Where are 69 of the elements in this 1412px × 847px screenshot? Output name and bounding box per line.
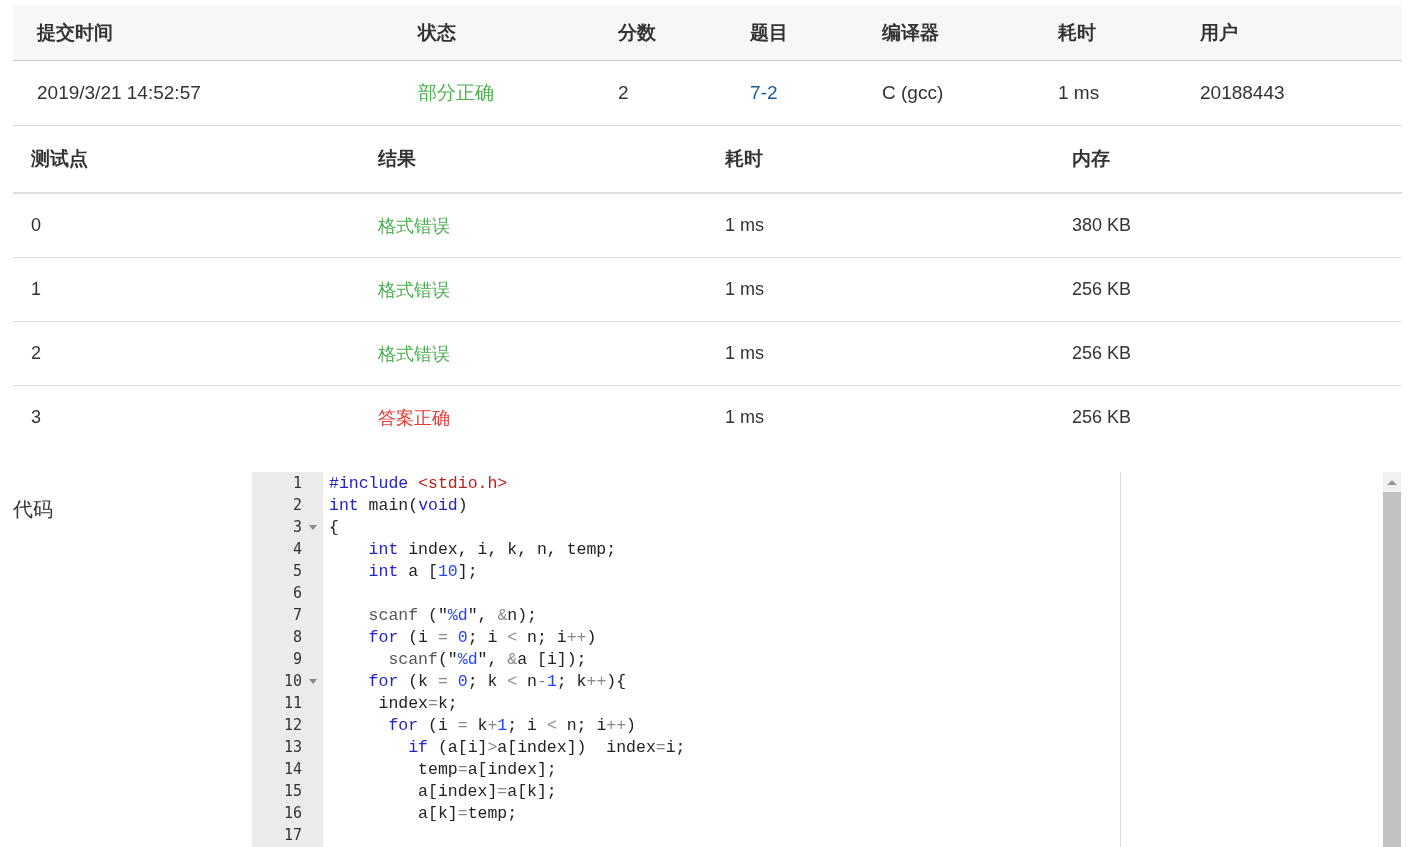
table-cell: 1 ms [725,215,764,235]
result-text: 格式错误 [378,215,450,236]
table-cell: C (gcc) [882,82,944,103]
code-line: a[k]=temp; [417,803,518,823]
code-line: for (i = 0; i < n; i++) [367,627,597,647]
code-line: int a [10]; [367,561,478,581]
fold-caret-icon[interactable] [308,678,317,684]
result-text: 格式错误 [378,343,450,364]
column-header: 题目 [750,21,788,43]
column-header: 耗时 [1058,21,1096,43]
result-text: 格式错误 [378,279,450,300]
line-number: 7 [292,606,302,624]
code-label: 代码 [13,497,54,522]
table-cell: 256 KB [1072,407,1132,427]
column-header: 测试点 [31,148,88,169]
line-number: 15 [283,782,302,800]
column-header: 内存 [1072,148,1110,169]
code-line: #include <stdio.h> [329,473,508,493]
line-number: 13 [283,738,302,756]
table-cell: 1 [31,279,41,299]
line-number: 16 [283,804,302,822]
line-number: 2 [292,496,302,514]
table-cell: 0 [31,215,41,235]
code-line: if (a[i]>a[index]) index=i; [407,737,686,757]
code-line: int index, i, k, n, temp; [367,539,617,559]
code-line: for (k = 0; k < n-1; k++){ [367,671,627,691]
line-number: 6 [292,584,302,602]
column-header: 分数 [618,21,656,43]
code-line: scanf ("%d", &n); [367,605,537,625]
column-header: 提交时间 [37,21,113,43]
line-number: 8 [292,628,302,646]
table-cell: 1 ms [725,343,764,363]
code-line: { [329,517,339,537]
code-line: for (i = k+1; i < n; i++) [387,715,636,735]
table-cell: 256 KB [1072,279,1132,299]
status-text: 部分正确 [418,82,494,103]
table-cell: 380 KB [1072,215,1132,235]
result-text: 答案正确 [378,407,450,428]
table-cell: 1 ms [725,279,764,299]
code-line: int main(void) [329,495,468,515]
table-cell: 1 ms [1058,82,1100,103]
table-cell: 2019/3/21 14:52:57 [37,82,201,103]
line-number: 3 [292,518,302,536]
table-cell: 1 ms [725,407,764,427]
column-header: 耗时 [725,148,763,169]
column-header: 结果 [378,148,416,169]
table-cell: 2 [31,343,41,363]
line-number: 17 [283,826,302,844]
problem-link[interactable]: 7-2 [750,82,778,103]
code-line: index=k; [377,693,458,713]
code-line: scanf("%d", &a [i]); [387,649,587,669]
fold-caret-icon[interactable] [308,524,317,530]
line-number: 11 [283,694,302,712]
column-header: 状态 [418,21,456,43]
table-cell: 2 [618,82,629,103]
table-cell: 20188443 [1200,82,1285,103]
table-cell: 3 [31,407,41,427]
code-line: temp=a[index]; [417,759,557,779]
line-number: 12 [283,716,302,734]
line-number: 1 [292,474,302,492]
column-header: 用户 [1200,21,1238,43]
line-number: 9 [292,650,302,668]
table-cell: 256 KB [1072,343,1132,363]
line-number: 5 [292,562,302,580]
code-line: a[index]=a[k]; [417,781,557,801]
line-number: 14 [283,760,302,778]
line-number: 4 [292,540,302,558]
column-header: 编译器 [882,21,939,43]
line-number: 10 [283,672,302,690]
